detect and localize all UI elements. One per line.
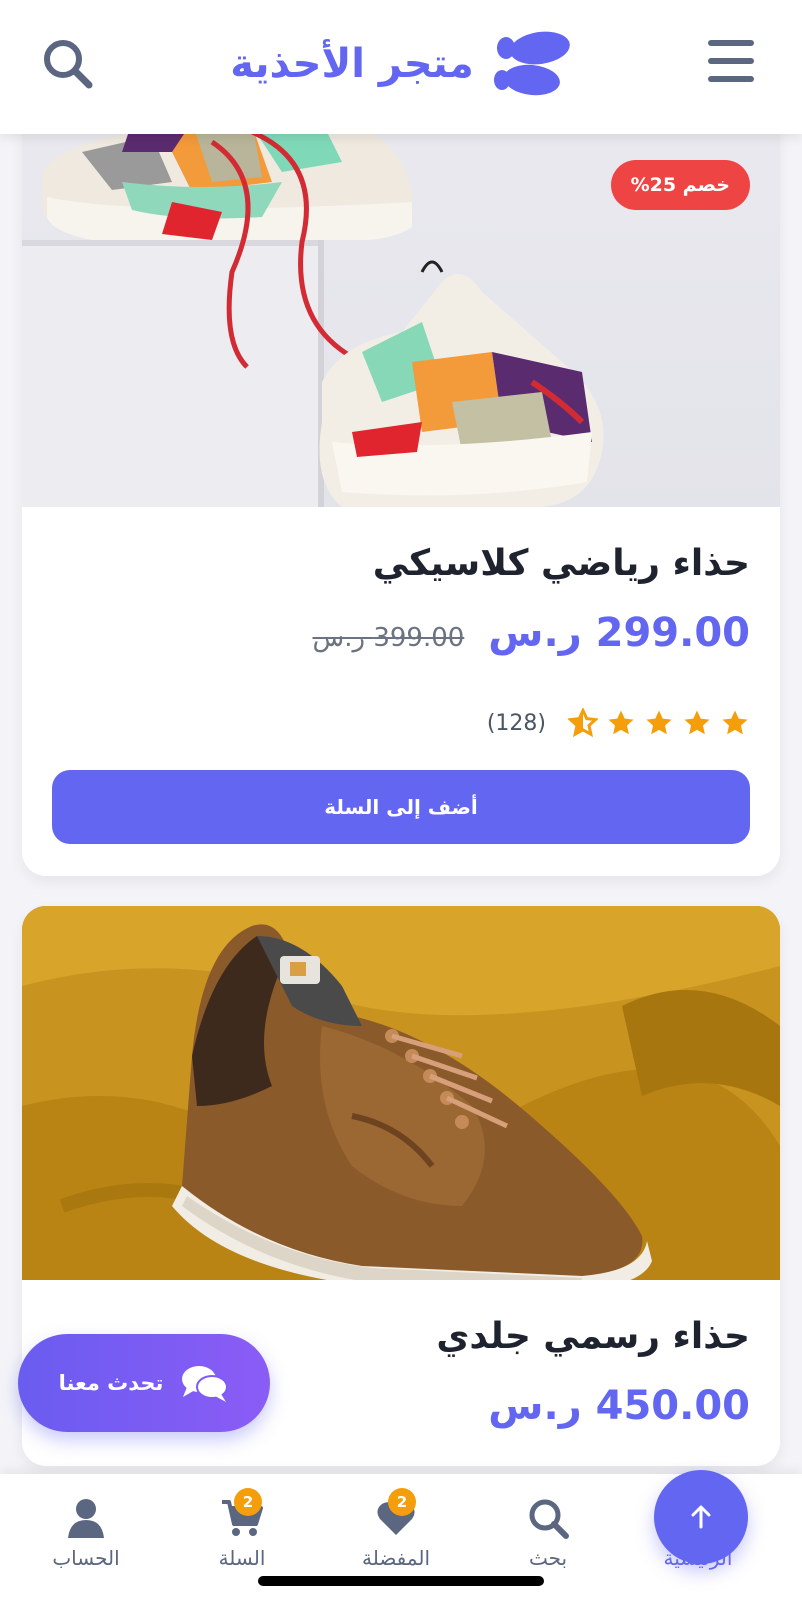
leather-shoe-photo <box>22 906 780 1280</box>
product-price: 299.00 ر.س <box>488 610 750 656</box>
review-count: (128) <box>486 710 546 736</box>
nav-item-cart[interactable]: 2 السلة <box>182 1488 302 1570</box>
search-icon[interactable] <box>40 36 96 92</box>
star-icon <box>722 710 748 735</box>
nav-item-favorites[interactable]: 2 المفضلة <box>336 1488 456 1570</box>
product-feed: خصم 25% حذاء رياضي كلاسيكي 299.00 ر.س 39… <box>22 122 780 1496</box>
product-image-leather-shoe <box>22 906 780 1280</box>
chat-bubbles-icon <box>182 1366 229 1402</box>
cart-count-badge: 2 <box>234 1488 262 1516</box>
rating-stars <box>568 708 750 738</box>
nav-item-account[interactable]: الحساب <box>26 1496 146 1570</box>
brand[interactable]: متجر الأحذية <box>0 24 802 104</box>
half-star-icon <box>568 708 598 738</box>
discount-badge: خصم 25% <box>610 160 750 210</box>
chat-button[interactable]: تحدث معنا <box>18 1334 270 1432</box>
product-info: حذاء رياضي كلاسيكي 299.00 ر.س 399.00 ر.س… <box>22 507 780 844</box>
nav-label: السلة <box>218 1546 266 1570</box>
app: متجر الأحذية خصم 25% حذاء رياضي كلاسيكي … <box>0 0 802 1600</box>
nav-label: الحساب <box>52 1546 120 1570</box>
product-old-price: 399.00 ر.س <box>312 623 465 653</box>
product-title[interactable]: حذاء رياضي كلاسيكي <box>52 543 750 584</box>
arrow-up-icon <box>691 1505 711 1529</box>
star-icon <box>608 710 634 735</box>
nav-label: بحث <box>528 1546 568 1570</box>
top-header: متجر الأحذية <box>0 0 802 134</box>
user-icon <box>68 1499 104 1538</box>
star-icon <box>646 710 672 735</box>
search-icon <box>529 1499 569 1539</box>
favorites-count-badge: 2 <box>388 1488 416 1516</box>
product-card[interactable]: خصم 25% حذاء رياضي كلاسيكي 299.00 ر.س 39… <box>22 122 780 876</box>
footprints-logo-icon <box>493 31 570 96</box>
add-to-cart-button[interactable]: أضف إلى السلة <box>52 770 750 844</box>
nav-item-search[interactable]: بحث <box>488 1496 608 1570</box>
product-image-sneaker: خصم 25% <box>22 122 780 507</box>
price-row: 299.00 ر.س 399.00 ر.س <box>52 610 750 656</box>
star-icon <box>684 710 710 735</box>
nav-label: المفضلة <box>361 1546 431 1570</box>
scroll-to-top-button[interactable] <box>654 1470 748 1564</box>
chat-label: تحدث معنا <box>58 1371 164 1395</box>
home-indicator <box>258 1576 544 1586</box>
rating-row: (128) <box>52 708 750 738</box>
product-price: 450.00 ر.س <box>488 1383 750 1429</box>
brand-title: متجر الأحذية <box>230 41 474 87</box>
